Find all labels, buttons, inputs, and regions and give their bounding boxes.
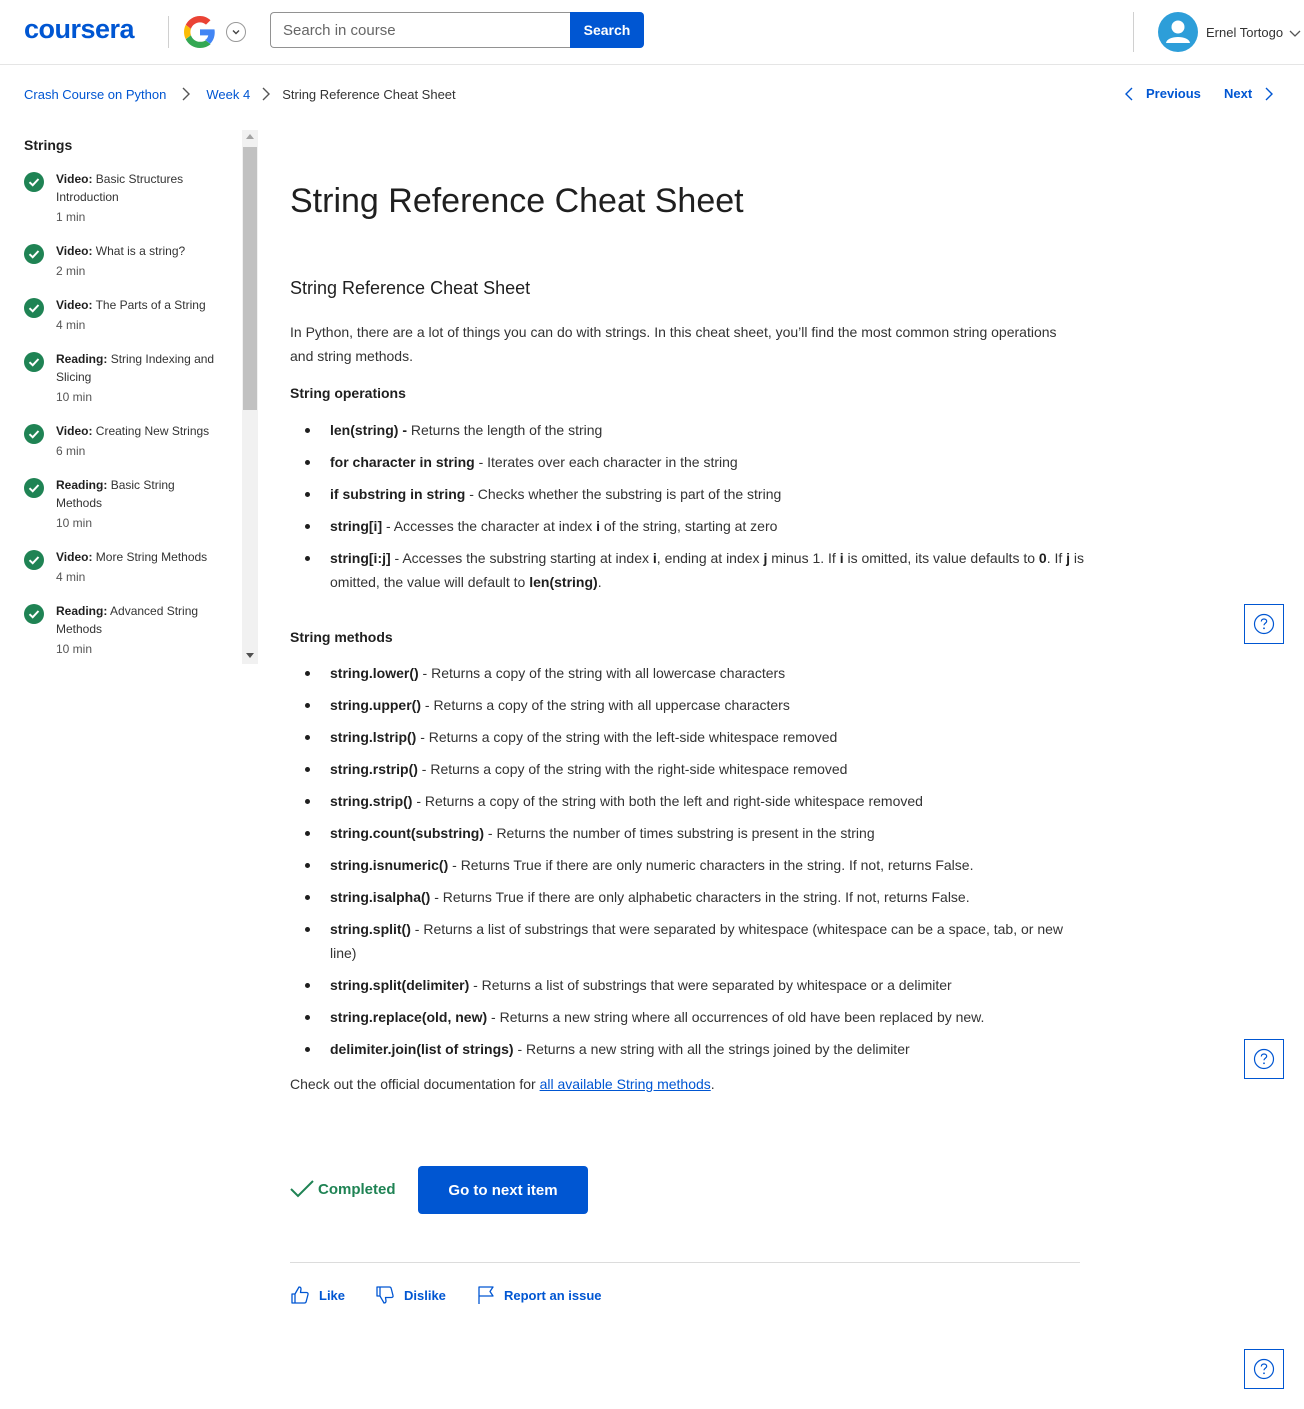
methods-list: string.lower() - Returns a copy of the s…	[290, 661, 1090, 1069]
completed-check-icon	[24, 424, 44, 444]
go-to-next-item-button[interactable]: Go to next item	[418, 1166, 588, 1214]
sidebar-item-text: Reading: String Indexing and Slicing 10 m…	[56, 350, 221, 406]
flag-icon	[478, 1286, 494, 1304]
sidebar-item-text: Video: More String Methods 4 min	[56, 548, 221, 586]
scroll-down-arrow-icon[interactable]	[246, 653, 254, 658]
header-divider	[168, 16, 169, 48]
page-title: String Reference Cheat Sheet	[290, 182, 744, 220]
header-divider-right	[1133, 12, 1134, 52]
list-item: len(string) - Returns the length of the …	[290, 418, 1090, 442]
sidebar-section-title: Strings	[24, 137, 73, 153]
org-switcher-chevron-icon[interactable]	[226, 22, 246, 42]
user-avatar-icon[interactable]	[1158, 12, 1198, 52]
item-duration: 6 min	[56, 444, 86, 458]
help-button[interactable]	[1244, 1039, 1284, 1079]
list-item: string.split() - Returns a list of subst…	[290, 917, 1080, 965]
like-button[interactable]: Like	[290, 1285, 345, 1305]
list-item: string.lstrip() - Returns a copy of the …	[290, 725, 1090, 749]
breadcrumb-week-link[interactable]: Week 4	[206, 87, 250, 102]
course-outline-sidebar: Strings Video: Basic Structures Introduc…	[0, 130, 258, 664]
thumbs-down-icon	[376, 1286, 394, 1304]
scroll-up-arrow-icon[interactable]	[246, 134, 254, 139]
help-button[interactable]	[1244, 604, 1284, 644]
help-question-icon	[1253, 1358, 1275, 1380]
search-input[interactable]	[270, 12, 570, 48]
list-item: string[i] - Accesses the character at in…	[290, 514, 1090, 538]
list-item: if substring in string - Checks whether …	[290, 482, 1090, 506]
breadcrumb-current: String Reference Cheat Sheet	[282, 86, 456, 102]
docs-link[interactable]: all available String methods	[540, 1076, 711, 1092]
item-duration: 1 min	[56, 210, 86, 224]
list-item: string.isnumeric() - Returns True if the…	[290, 853, 1090, 877]
list-item: string.isalpha() - Returns True if there…	[290, 885, 1090, 909]
intro-paragraph: In Python, there are a lot of things you…	[290, 324, 1057, 364]
list-item: string.strip() - Returns a copy of the s…	[290, 789, 1090, 813]
completed-check-icon	[24, 478, 44, 498]
user-name[interactable]: Ernel Tortogo	[1206, 25, 1283, 40]
breadcrumb: Crash Course on Python Week 4 String Ref…	[24, 84, 456, 104]
item-duration: 4 min	[56, 570, 86, 584]
sidebar-item-text: Reading: Basic String Methods 10 min	[56, 476, 221, 532]
completed-status: Completed	[290, 1179, 396, 1199]
list-item: string.upper() - Returns a copy of the s…	[290, 693, 1090, 717]
chevron-left-icon	[1125, 87, 1133, 100]
completed-check-icon	[24, 604, 44, 624]
previous-label: Previous	[1146, 86, 1201, 101]
divider	[290, 1262, 1080, 1263]
operations-heading: String operations	[290, 385, 406, 401]
operations-list: len(string) - Returns the length of the …	[290, 418, 1090, 602]
chevron-right-icon	[250, 87, 282, 101]
item-duration: 10 min	[56, 390, 93, 404]
thumbs-up-icon	[291, 1286, 309, 1304]
completed-check-icon	[24, 298, 44, 318]
sidebar-item-text: Video: Basic Structures Introduction 1 mi…	[56, 170, 221, 226]
breadcrumb-course-link[interactable]: Crash Course on Python	[24, 87, 166, 102]
list-item: string[i:j] - Accesses the substring sta…	[290, 546, 1090, 594]
sidebar-item-text: Reading: Advanced String Methods 10 min	[56, 602, 221, 658]
list-item: delimiter.join(list of strings) - Return…	[290, 1037, 1090, 1061]
item-duration: 10 min	[56, 516, 93, 530]
list-item: string.split(delimiter) - Returns a list…	[290, 973, 1090, 997]
next-link[interactable]: Next	[1224, 86, 1274, 101]
user-menu-chevron-icon[interactable]	[1289, 27, 1301, 39]
coursera-logo[interactable]: coursera	[24, 14, 135, 45]
methods-heading: String methods	[290, 629, 393, 645]
list-item: string.count(substring) - Returns the nu…	[290, 821, 1090, 845]
search-button[interactable]: Search	[570, 12, 644, 48]
sidebar-item-text: Video: The Parts of a String 4 min	[56, 296, 221, 334]
list-item: string.lower() - Returns a copy of the s…	[290, 661, 1090, 685]
previous-link[interactable]: Previous	[1124, 86, 1201, 101]
item-duration: 2 min	[56, 264, 86, 278]
report-issue-button[interactable]: Report an issue	[476, 1285, 602, 1305]
completed-check-icon	[24, 550, 44, 570]
completed-check-icon	[24, 352, 44, 372]
next-label: Next	[1224, 86, 1253, 101]
sidebar-scroll-thumb[interactable]	[243, 147, 257, 410]
help-question-icon	[1253, 613, 1275, 635]
checkmark-icon	[290, 1180, 314, 1198]
item-duration: 4 min	[56, 318, 86, 332]
sidebar-item-text: Video: What is a string? 2 min	[56, 242, 221, 280]
chevron-right-icon	[1265, 87, 1274, 100]
completed-check-icon	[24, 244, 44, 264]
sidebar-item-text: Video: Creating New Strings 6 min	[56, 422, 221, 460]
item-duration: 10 min	[56, 642, 93, 656]
list-item: string.rstrip() - Returns a copy of the …	[290, 757, 1090, 781]
help-button[interactable]	[1244, 1349, 1284, 1389]
dislike-button[interactable]: Dislike	[375, 1285, 446, 1305]
list-item: string.replace(old, new) - Returns a new…	[290, 1005, 1090, 1029]
list-item: for character in string - Iterates over …	[290, 450, 1090, 474]
google-logo-icon[interactable]	[184, 16, 216, 48]
docs-paragraph: Check out the official documentation for…	[290, 1076, 715, 1092]
top-header: coursera Search Ernel Tortogo	[0, 0, 1304, 65]
section-title: String Reference Cheat Sheet	[290, 278, 531, 298]
chevron-right-icon	[166, 87, 206, 101]
help-question-icon	[1253, 1048, 1275, 1070]
completed-check-icon	[24, 172, 44, 192]
